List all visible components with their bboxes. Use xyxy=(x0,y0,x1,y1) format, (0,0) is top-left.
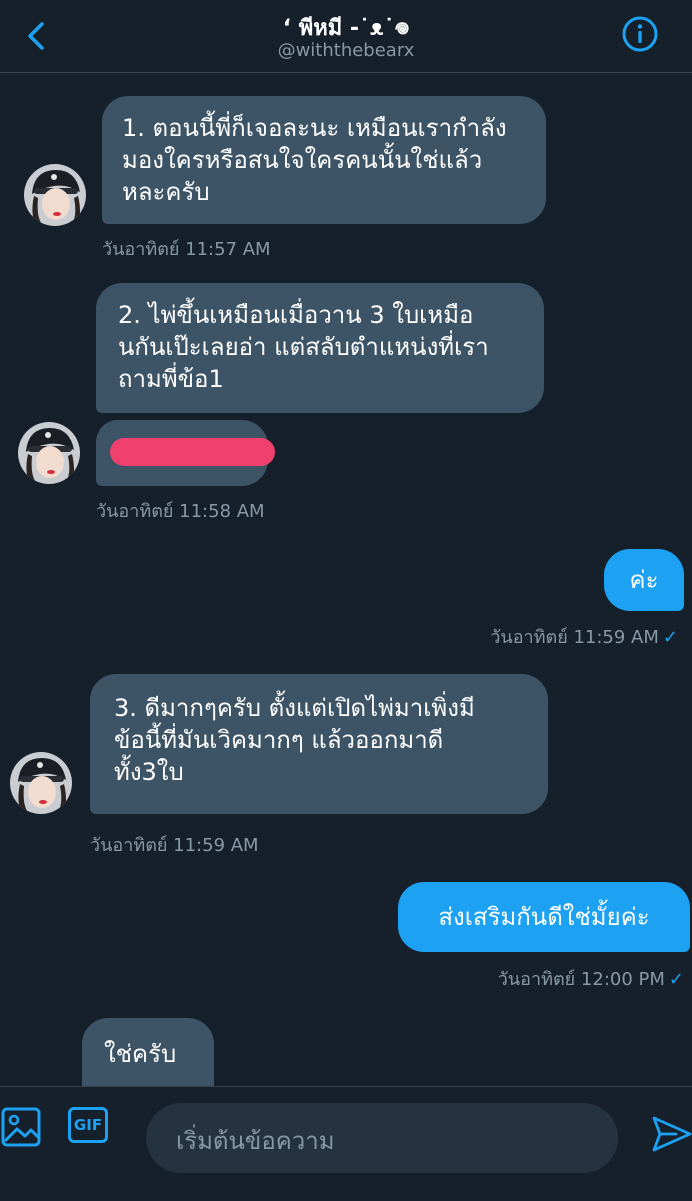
message-bubble-outgoing[interactable]: ค่ะ xyxy=(604,549,684,611)
read-check-icon: ✓ xyxy=(668,969,684,990)
message-timestamp: วันอาทิตย์ 12:00 PM ✓ xyxy=(497,969,684,990)
message-input[interactable]: เริ่มต้นข้อความ xyxy=(146,1103,618,1173)
message-text-line: ใช่ครับ xyxy=(104,1040,177,1068)
message-text-line: ข้อนี้ที่มันเวิคมากๆ แล้วออกมาดี xyxy=(114,726,444,754)
message-input-placeholder: เริ่มต้นข้อความ xyxy=(176,1127,335,1155)
message-composer: GIF เริ่มต้นข้อความ xyxy=(0,1086,692,1201)
avatar[interactable] xyxy=(18,422,80,484)
message-text-line: หละครับ xyxy=(122,178,210,206)
message-text-line: 3. ดีมากๆครับ ตั้งแต่เปิดไพ่มาเพิ่งมี xyxy=(114,694,475,722)
message-timestamp: วันอาทิตย์ 11:57 AM xyxy=(102,239,271,260)
info-button[interactable] xyxy=(620,14,660,54)
message-text-line: มองใครหรือสนใจใครคนนั้นใช่แล้ว xyxy=(122,146,483,174)
message-timestamp: วันอาทิตย์ 11:59 AM xyxy=(90,835,259,856)
message-text-line: ทั้ง3ใบ xyxy=(114,758,184,786)
send-button[interactable] xyxy=(650,1113,692,1155)
conversation-handle[interactable]: @withthebearx xyxy=(0,40,692,61)
info-icon xyxy=(622,16,658,52)
read-check-icon: ✓ xyxy=(662,627,678,648)
message-text-line: นกันเป๊ะเลยอ่า แต่สลับตำแหน่งที่เรา xyxy=(118,333,489,361)
avatar[interactable] xyxy=(10,752,72,814)
conversation-header: ʻ พีหมี -˙ᴥ˙𖦹 @withthebearx xyxy=(0,0,692,73)
redacted-text xyxy=(110,438,275,466)
message-bubble-incoming[interactable]: 1. ตอนนี้พี่ก็เจอละนะ เหมือนเรากำลัง มอง… xyxy=(102,96,546,224)
message-text-line: 1. ตอนนี้พี่ก็เจอละนะ เหมือนเรากำลัง xyxy=(122,114,507,142)
message-timestamp: วันอาทิตย์ 11:59 AM ✓ xyxy=(490,627,678,648)
send-icon xyxy=(652,1116,692,1152)
message-text-line: ส่งเสริมกันดีใช่มั้ยค่ะ xyxy=(438,903,650,931)
message-bubble-incoming[interactable]: 3. ดีมากๆครับ ตั้งแต่เปิดไพ่มาเพิ่งมี ข้… xyxy=(90,674,548,814)
message-text-line: 2. ไพ่ขึ้นเหมือนเมื่อวาน 3 ใบเหมือ xyxy=(118,301,474,329)
message-bubble-incoming[interactable]: 2. ไพ่ขึ้นเหมือนเมื่อวาน 3 ใบเหมือ นกันเ… xyxy=(96,283,544,413)
image-icon xyxy=(1,1107,41,1147)
add-image-button[interactable] xyxy=(0,1105,44,1149)
avatar[interactable] xyxy=(24,164,86,226)
gif-button[interactable]: GIF xyxy=(68,1107,108,1143)
message-text-line: ถามพี่ข้อ1 xyxy=(118,365,224,393)
message-bubble-outgoing[interactable]: ส่งเสริมกันดีใช่มั้ยค่ะ xyxy=(398,882,690,952)
message-text-line: ค่ะ xyxy=(629,566,659,594)
message-timestamp: วันอาทิตย์ 11:58 AM xyxy=(96,501,265,522)
message-bubble-incoming[interactable]: ใช่ครับ xyxy=(82,1018,214,1090)
